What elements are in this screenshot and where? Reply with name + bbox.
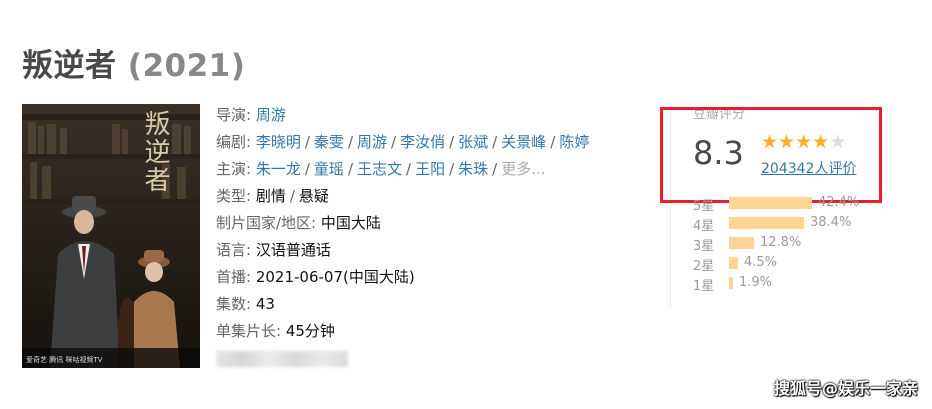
- country-label: 制片国家/地区:: [216, 214, 317, 232]
- director-label: 导演: [216, 106, 247, 124]
- watermark: 搜狐号@娱乐一家亲: [773, 379, 918, 398]
- writer-link[interactable]: 关景峰: [501, 133, 546, 151]
- highlight-box: [660, 107, 882, 203]
- genre-value: 悬疑: [298, 187, 329, 205]
- distribution-percent: 42.4%: [818, 195, 860, 210]
- writer-link[interactable]: 张斌: [458, 133, 488, 151]
- poster-image: [22, 104, 200, 368]
- genre-value: 剧情: [255, 187, 286, 205]
- cast-link[interactable]: 朱珠: [458, 160, 488, 178]
- language-label: 语言:: [216, 241, 252, 259]
- movie-title: 叛逆者: [22, 48, 117, 84]
- premiere-label: 首播:: [216, 268, 252, 286]
- runtime-label: 单集片长:: [216, 322, 282, 340]
- redacted-row: [216, 345, 589, 372]
- premiere-value: 2021-06-07(中国大陆): [255, 268, 415, 286]
- star-level-label: 5星: [693, 199, 715, 214]
- language-value: 汉语普通话: [255, 241, 331, 259]
- movie-info: 导演: 周游 编剧: 李晓明 / 秦雯 / 周游 / 李汝俏 / 张斌 / 关景峰 / 陈婷 主演: 朱…: [216, 102, 589, 372]
- runtime-value: 45分钟: [285, 322, 335, 340]
- star-level-label: 4星: [693, 219, 715, 234]
- distribution-bar: [729, 257, 738, 269]
- director-row: 导演: 周游: [216, 106, 286, 124]
- distribution-bar: [729, 217, 804, 229]
- writers-row: 编剧: 李晓明 / 秦雯 / 周游 / 李汝俏 / 张斌 / 关景峰 / 陈婷: [216, 133, 590, 151]
- cast-link[interactable]: 童瑶: [314, 160, 344, 178]
- runtime-row: 单集片长: 45分钟: [216, 318, 589, 345]
- cast-link[interactable]: 王志文: [357, 160, 402, 178]
- cast-more-link[interactable]: 更多...: [501, 160, 545, 178]
- writers-label: 编剧: [216, 133, 247, 151]
- star-level-label: 2星: [693, 259, 715, 274]
- episodes-label: 集数:: [216, 295, 252, 313]
- logo-migu: 咪咕视频TV: [65, 356, 103, 364]
- writer-link[interactable]: 陈婷: [559, 133, 589, 151]
- episodes-value: 43: [255, 295, 275, 313]
- cast-label: 主演: [216, 160, 247, 178]
- genre-row: 类型: 剧情 / 悬疑: [216, 187, 329, 205]
- logo-iqiyi: 爱奇艺: [26, 356, 47, 364]
- writer-link[interactable]: 秦雯: [314, 133, 344, 151]
- distribution-bar: [729, 197, 812, 209]
- cast-link[interactable]: 王阳: [415, 160, 445, 178]
- blurred-content: [216, 350, 348, 367]
- country-value: 中国大陆: [320, 214, 381, 232]
- language-row: 语言: 汉语普通话: [216, 237, 589, 264]
- cast-link[interactable]: 朱一龙: [256, 160, 301, 178]
- writer-link[interactable]: 周游: [357, 133, 387, 151]
- distribution-percent: 1.9%: [739, 275, 773, 290]
- movie-poster[interactable]: 叛逆者 爱奇艺 腾讯 咪咕视频TV: [22, 104, 200, 368]
- director-link[interactable]: 周游: [256, 106, 286, 124]
- star-level-label: 3星: [693, 239, 715, 254]
- movie-year: (2021): [127, 48, 246, 84]
- distribution-bar: [729, 277, 733, 289]
- premiere-row: 首播: 2021-06-07(中国大陆): [216, 264, 589, 291]
- poster-logos: 爱奇艺 腾讯 咪咕视频TV: [26, 355, 103, 365]
- poster-title: 叛逆者: [140, 110, 170, 194]
- distribution-bar: [729, 237, 754, 249]
- country-row: 制片国家/地区: 中国大陆: [216, 210, 589, 237]
- distribution-percent: 38.4%: [810, 215, 852, 230]
- distribution-percent: 12.8%: [760, 235, 802, 250]
- writer-link[interactable]: 李汝俏: [400, 133, 445, 151]
- logo-tencent: 腾讯: [49, 356, 64, 364]
- writer-link[interactable]: 李晓明: [256, 133, 301, 151]
- cast-row: 主演: 朱一龙 / 童瑶 / 王志文 / 王阳 / 朱珠 / 更多...: [216, 160, 546, 178]
- genre-label: 类型:: [216, 187, 252, 205]
- episodes-row: 集数: 43: [216, 291, 589, 318]
- star-level-label: 1星: [693, 279, 715, 294]
- distribution-percent: 4.5%: [744, 255, 778, 270]
- page-title: 叛逆者 (2021): [22, 40, 245, 85]
